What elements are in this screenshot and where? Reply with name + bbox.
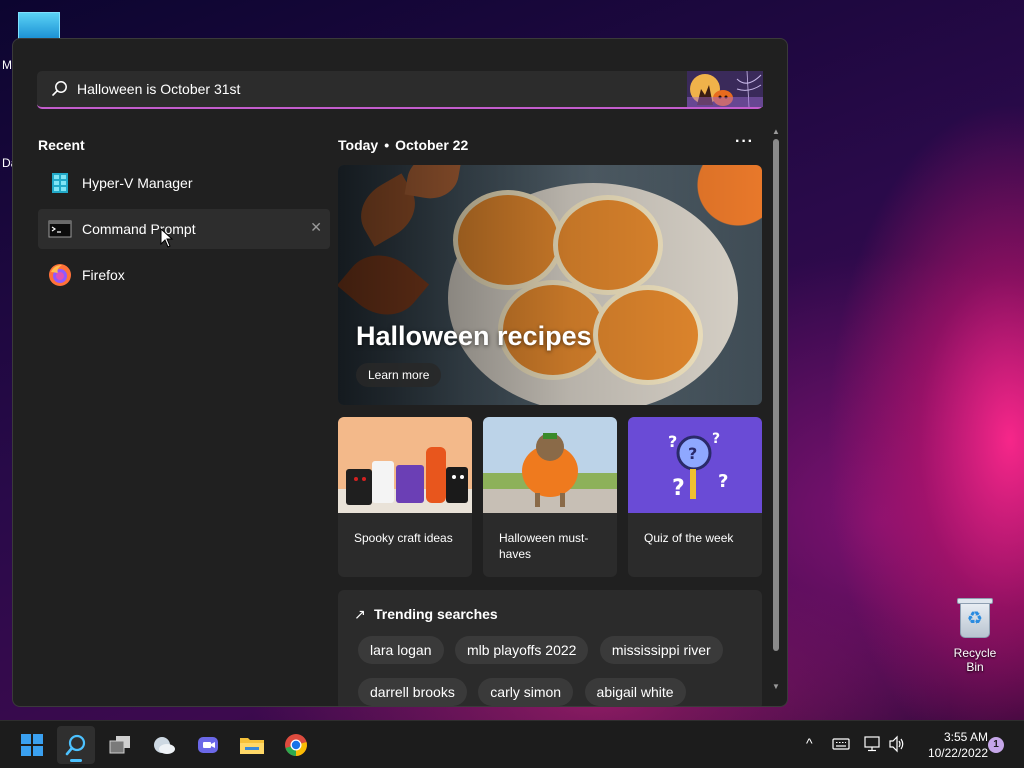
hyper-v-icon: [48, 171, 72, 195]
volume-icon[interactable]: [888, 735, 906, 753]
today-date: October 22: [395, 137, 469, 153]
trending-chip[interactable]: abigail white: [584, 678, 686, 706]
recycle-bin[interactable]: ♻ Recycle Bin: [944, 596, 1006, 674]
file-explorer-button[interactable]: [233, 726, 271, 764]
terminal-icon: [48, 217, 72, 241]
recycle-bin-label: Recycle Bin: [953, 646, 997, 674]
weather-icon: [154, 737, 175, 754]
firefox-icon: [48, 263, 72, 287]
learn-more-button[interactable]: Learn more: [356, 363, 442, 387]
card-caption: Spooky craft ideas: [354, 531, 453, 545]
quiz-image: ? ? ? ? ?: [628, 417, 762, 513]
desktop-icon-top[interactable]: [18, 12, 60, 40]
halloween-search-art: [687, 71, 763, 107]
taskbar-search-button[interactable]: [57, 726, 95, 764]
more-options-icon[interactable]: ···: [735, 133, 754, 151]
search-flyout: Recent Hyper-V Manager: [12, 38, 788, 707]
clock[interactable]: 3:55 AM 10/22/2022: [912, 729, 988, 761]
keyboard-icon[interactable]: [832, 737, 850, 751]
recycle-bin-icon: ♻: [957, 596, 993, 640]
recent-item-firefox[interactable]: Firefox: [38, 255, 330, 295]
card-caption: Halloween must-haves: [499, 531, 589, 561]
trending-chip[interactable]: mississippi river: [599, 636, 723, 664]
card-row: Spooky craft ideas Halloween must-haves …: [338, 417, 762, 577]
recent-item-command-prompt[interactable]: Command Prompt ✕: [38, 209, 330, 249]
hero-title: Halloween recipes: [356, 321, 592, 351]
card-halloween-must-haves[interactable]: Halloween must-haves: [483, 417, 617, 577]
desktop-icon-label: M: [2, 58, 12, 72]
recent-item-hyper-v[interactable]: Hyper-V Manager: [38, 163, 330, 203]
file-explorer-icon: [240, 738, 264, 754]
card-caption: Quiz of the week: [644, 531, 734, 545]
mouse-cursor-icon: [160, 228, 174, 248]
today-label: Today: [338, 137, 379, 153]
scrollbar[interactable]: ▲ ▼: [771, 127, 781, 691]
teams-chat-button[interactable]: [189, 726, 227, 764]
trending-icon: ↗: [354, 606, 366, 622]
chrome-button[interactable]: [277, 726, 315, 764]
task-view-button[interactable]: [101, 726, 139, 764]
start-icon: [21, 734, 43, 756]
notification-badge[interactable]: 1: [988, 737, 1004, 753]
network-icon[interactable]: [863, 735, 881, 753]
clock-time: 3:55 AM: [943, 730, 988, 744]
show-hidden-icons-icon[interactable]: ^: [806, 735, 813, 751]
scroll-down-icon[interactable]: ▼: [771, 682, 781, 691]
scroll-up-icon[interactable]: ▲: [771, 127, 781, 136]
trending-chip[interactable]: lara logan: [358, 636, 444, 664]
trending-chip[interactable]: carly simon: [478, 678, 574, 706]
weather-button[interactable]: [145, 726, 183, 764]
svg-text:?: ?: [672, 476, 685, 501]
task-view-icon: [109, 736, 130, 754]
remove-recent-icon[interactable]: ✕: [310, 219, 322, 236]
trending-searches: ↗ Trending searches lara logan mlb playo…: [338, 590, 762, 706]
recent-item-label: Firefox: [82, 267, 125, 283]
recent-item-label: Hyper-V Manager: [82, 175, 193, 191]
svg-text:?: ?: [688, 444, 697, 463]
trending-title: Trending searches: [374, 606, 498, 622]
svg-text:?: ?: [712, 431, 720, 447]
svg-text:?: ?: [718, 471, 728, 492]
trending-chips: lara logan mlb playoffs 2022 mississippi…: [358, 636, 758, 706]
search-input[interactable]: [77, 71, 677, 107]
recent-heading: Recent: [38, 137, 85, 153]
card-quiz-of-the-week[interactable]: ? ? ? ? ? Quiz of the week: [628, 417, 762, 577]
card-spooky-crafts[interactable]: Spooky craft ideas: [338, 417, 472, 577]
hero-card[interactable]: Halloween recipes Learn more: [338, 165, 762, 405]
svg-text:?: ?: [668, 432, 677, 451]
chrome-icon: [285, 734, 307, 756]
trending-chip[interactable]: mlb playoffs 2022: [454, 636, 589, 664]
trending-chip[interactable]: darrell brooks: [358, 678, 467, 706]
clock-date: 10/22/2022: [927, 746, 988, 760]
search-icon: [65, 734, 86, 756]
dog-costume-image: [483, 417, 617, 513]
today-separator: •: [384, 137, 390, 153]
teams-chat-icon: [198, 737, 218, 753]
craft-image: [338, 417, 472, 513]
search-box[interactable]: [37, 71, 763, 109]
scrollbar-thumb[interactable]: [773, 139, 779, 651]
taskbar: ^ 3:55 AM 10/22/2022 1: [0, 720, 1024, 768]
search-icon: [52, 81, 67, 96]
recent-item-label: Command Prompt: [82, 221, 196, 237]
start-button[interactable]: [13, 726, 51, 764]
recent-list: Hyper-V Manager Command Prompt ✕ Firefox: [38, 163, 330, 301]
today-heading: Today • October 22: [338, 137, 468, 153]
